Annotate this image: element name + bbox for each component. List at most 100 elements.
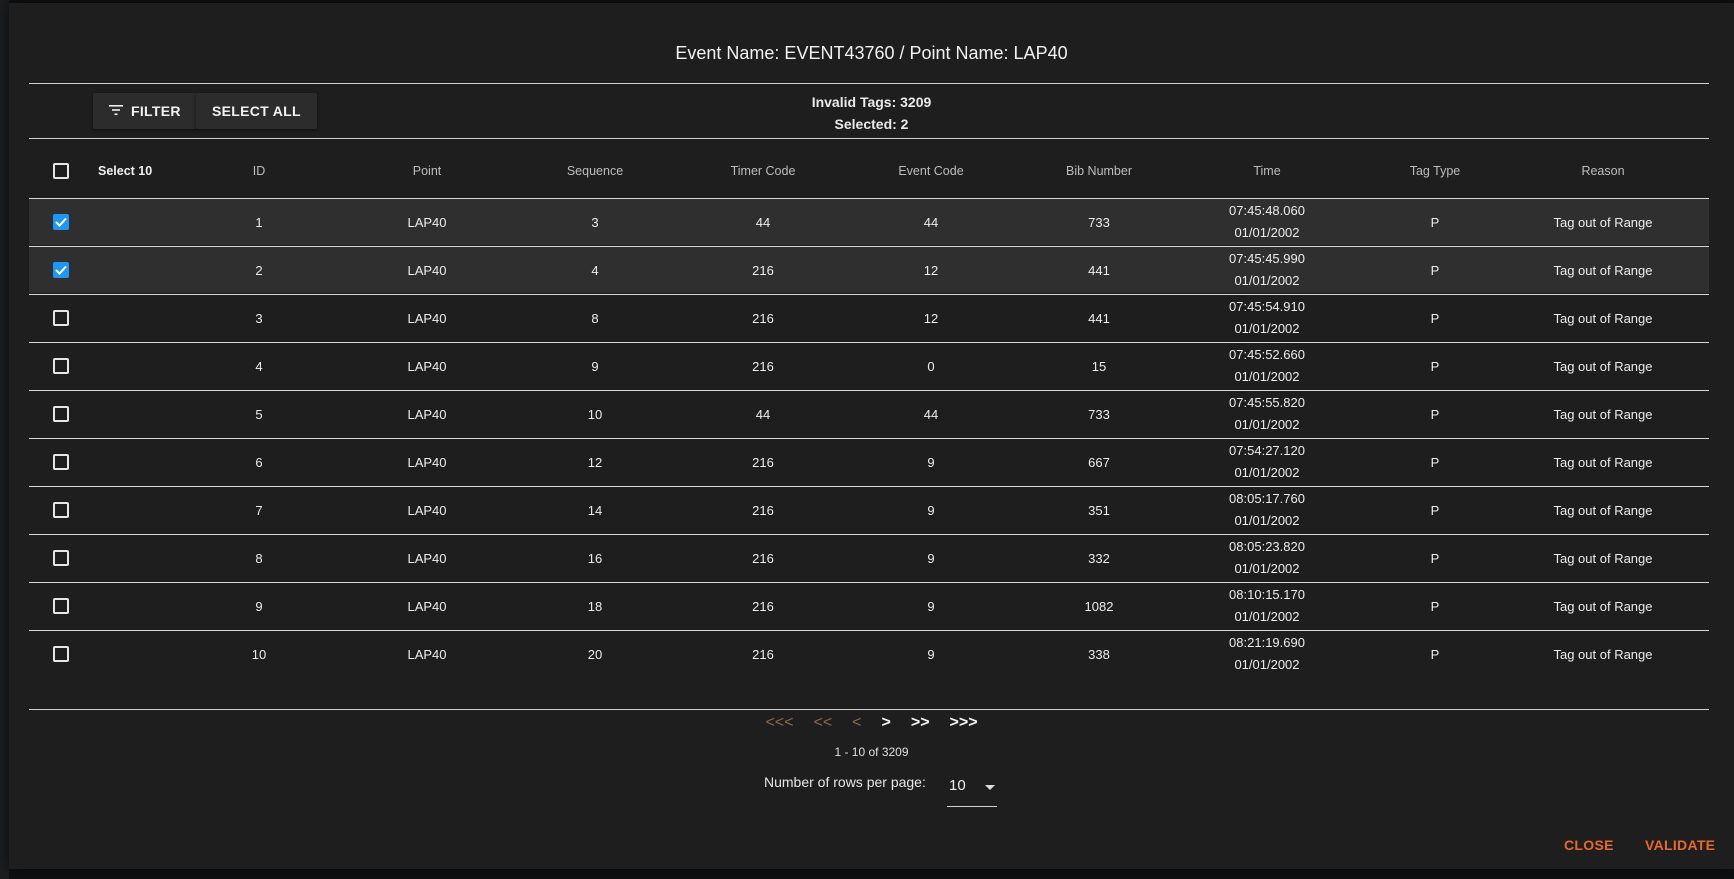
time-value: 07:45:54.910 bbox=[1229, 299, 1305, 314]
rows-per-page-label: Number of rows per page: bbox=[764, 774, 926, 790]
row-checkbox-cell bbox=[52, 583, 70, 629]
last-page-button[interactable]: >>> bbox=[950, 714, 978, 732]
table-row[interactable]: 6 LAP40 12 216 9 667 07:54:27.120 01/01/2002 P Ta… bbox=[29, 438, 1709, 485]
cell-reason: Tag out of Range bbox=[1553, 550, 1653, 566]
cell-sequence: 3 bbox=[591, 214, 599, 230]
date-value: 01/01/2002 bbox=[1234, 321, 1300, 336]
time-value: 07:45:52.660 bbox=[1229, 347, 1305, 362]
cell-tag-type: P bbox=[1430, 310, 1440, 326]
divider bbox=[29, 709, 1709, 710]
row-checkbox[interactable] bbox=[53, 214, 69, 230]
cell-point: LAP40 bbox=[407, 454, 447, 470]
table-row[interactable]: 7 LAP40 14 216 9 351 08:05:17.760 01/01/2002 P Ta… bbox=[29, 486, 1709, 533]
cell-id: 9 bbox=[255, 598, 263, 614]
cell-timer-code: 216 bbox=[752, 598, 774, 614]
next-pages-button[interactable]: >> bbox=[911, 714, 930, 732]
cell-id: 7 bbox=[255, 502, 263, 518]
divider bbox=[29, 83, 1709, 84]
previous-pages-button[interactable]: << bbox=[813, 714, 832, 732]
cell-point: LAP40 bbox=[407, 262, 447, 278]
cell-time: 08:05:23.820 01/01/2002 bbox=[1197, 535, 1337, 581]
cell-bib-number: 15 bbox=[1091, 358, 1107, 374]
table-row[interactable]: 8 LAP40 16 216 9 332 08:05:23.820 01/01/2002 P Ta… bbox=[29, 534, 1709, 581]
header-checkbox-cell bbox=[52, 143, 70, 198]
time-value: 07:45:45.990 bbox=[1229, 251, 1305, 266]
cell-tag-type: P bbox=[1430, 262, 1440, 278]
time-value: 08:05:23.820 bbox=[1229, 539, 1305, 554]
cell-timer-code: 216 bbox=[752, 262, 774, 278]
row-checkbox[interactable] bbox=[53, 358, 69, 374]
date-value: 01/01/2002 bbox=[1234, 417, 1300, 432]
row-checkbox[interactable] bbox=[53, 406, 69, 422]
time-value: 07:45:48.060 bbox=[1229, 203, 1305, 218]
table-row[interactable]: 2 LAP40 4 216 12 441 07:45:45.990 01/01/2002 P Ta… bbox=[29, 246, 1709, 293]
cell-timer-code: 216 bbox=[752, 502, 774, 518]
row-checkbox[interactable] bbox=[53, 262, 69, 278]
cell-timer-code: 216 bbox=[752, 358, 774, 374]
pagination-controls: <<< << < > >> >>> bbox=[9, 714, 1734, 732]
first-page-button[interactable]: <<< bbox=[765, 714, 793, 732]
cell-id: 6 bbox=[255, 454, 263, 470]
date-value: 01/01/2002 bbox=[1234, 465, 1300, 480]
column-header-tag-type[interactable]: Tag Type bbox=[1365, 143, 1505, 198]
time-value: 08:10:15.170 bbox=[1229, 587, 1305, 602]
table-row[interactable]: 1 LAP40 3 44 44 733 07:45:48.060 01/01/2002 P Tag… bbox=[29, 198, 1709, 245]
column-header-reason[interactable]: Reason bbox=[1533, 143, 1673, 198]
selected-count: Selected: 2 bbox=[834, 116, 909, 132]
column-header-event-code[interactable]: Event Code bbox=[861, 143, 1001, 198]
row-checkbox[interactable] bbox=[53, 502, 69, 518]
previous-page-button[interactable]: < bbox=[852, 714, 861, 732]
date-value: 01/01/2002 bbox=[1234, 609, 1300, 624]
cell-event-code: 0 bbox=[927, 358, 935, 374]
validate-button[interactable]: VALIDATE bbox=[1645, 837, 1715, 853]
cell-bib-number: 332 bbox=[1088, 550, 1110, 566]
cell-sequence: 9 bbox=[591, 358, 599, 374]
cell-event-code: 12 bbox=[923, 262, 939, 278]
time-value: 07:54:27.120 bbox=[1229, 443, 1305, 458]
select-page-checkbox[interactable] bbox=[53, 162, 69, 179]
row-checkbox[interactable] bbox=[53, 646, 69, 662]
row-checkbox[interactable] bbox=[53, 454, 69, 470]
cell-sequence: 16 bbox=[587, 550, 603, 566]
cell-reason: Tag out of Range bbox=[1553, 358, 1653, 374]
row-checkbox-cell bbox=[52, 295, 70, 341]
cell-point: LAP40 bbox=[407, 502, 447, 518]
rows-per-page-select[interactable]: 10 bbox=[947, 775, 997, 807]
column-header-bib-number[interactable]: Bib Number bbox=[1029, 143, 1169, 198]
date-value: 01/01/2002 bbox=[1234, 273, 1300, 288]
column-header-id[interactable]: ID bbox=[189, 143, 329, 198]
column-header-timer-code[interactable]: Timer Code bbox=[693, 143, 833, 198]
cell-event-code: 9 bbox=[927, 646, 935, 662]
time-value: 08:05:17.760 bbox=[1229, 491, 1305, 506]
row-checkbox[interactable] bbox=[53, 310, 69, 326]
cell-tag-type: P bbox=[1430, 550, 1440, 566]
cell-sequence: 8 bbox=[591, 310, 599, 326]
table-row[interactable]: 9 LAP40 18 216 9 1082 08:10:15.170 01/01/2002 P T… bbox=[29, 582, 1709, 629]
cell-tag-type: P bbox=[1430, 454, 1440, 470]
cell-point: LAP40 bbox=[407, 310, 447, 326]
divider bbox=[29, 138, 1709, 139]
pagination-range: 1 - 10 of 3209 bbox=[834, 745, 909, 759]
column-header-time[interactable]: Time bbox=[1197, 143, 1337, 198]
column-header-point[interactable]: Point bbox=[357, 143, 497, 198]
table-row[interactable]: 10 LAP40 20 216 9 338 08:21:19.690 01/01/2002 P T… bbox=[29, 630, 1709, 677]
cell-bib-number: 351 bbox=[1088, 502, 1110, 518]
invalid-tags-count: Invalid Tags: 3209 bbox=[811, 94, 932, 110]
close-button[interactable]: CLOSE bbox=[1564, 837, 1614, 853]
next-page-button[interactable]: > bbox=[882, 714, 891, 732]
time-value: 07:45:55.820 bbox=[1229, 395, 1305, 410]
checkmark-icon bbox=[55, 265, 67, 275]
row-checkbox-cell bbox=[52, 631, 70, 677]
row-checkbox[interactable] bbox=[53, 550, 69, 566]
cell-bib-number: 441 bbox=[1088, 310, 1110, 326]
table-row[interactable]: 5 LAP40 10 44 44 733 07:45:55.820 01/01/2002 P Ta… bbox=[29, 390, 1709, 437]
table-row[interactable]: 3 LAP40 8 216 12 441 07:45:54.910 01/01/2002 P Ta… bbox=[29, 294, 1709, 341]
cell-timer-code: 44 bbox=[755, 214, 771, 230]
cell-event-code: 44 bbox=[923, 214, 939, 230]
cell-time: 07:45:45.990 01/01/2002 bbox=[1197, 247, 1337, 293]
column-header-sequence[interactable]: Sequence bbox=[525, 143, 665, 198]
cell-time: 07:45:55.820 01/01/2002 bbox=[1197, 391, 1337, 437]
table-row[interactable]: 4 LAP40 9 216 0 15 07:45:52.660 01/01/2002 P Tag … bbox=[29, 342, 1709, 389]
row-checkbox[interactable] bbox=[53, 598, 69, 614]
date-value: 01/01/2002 bbox=[1234, 513, 1300, 528]
